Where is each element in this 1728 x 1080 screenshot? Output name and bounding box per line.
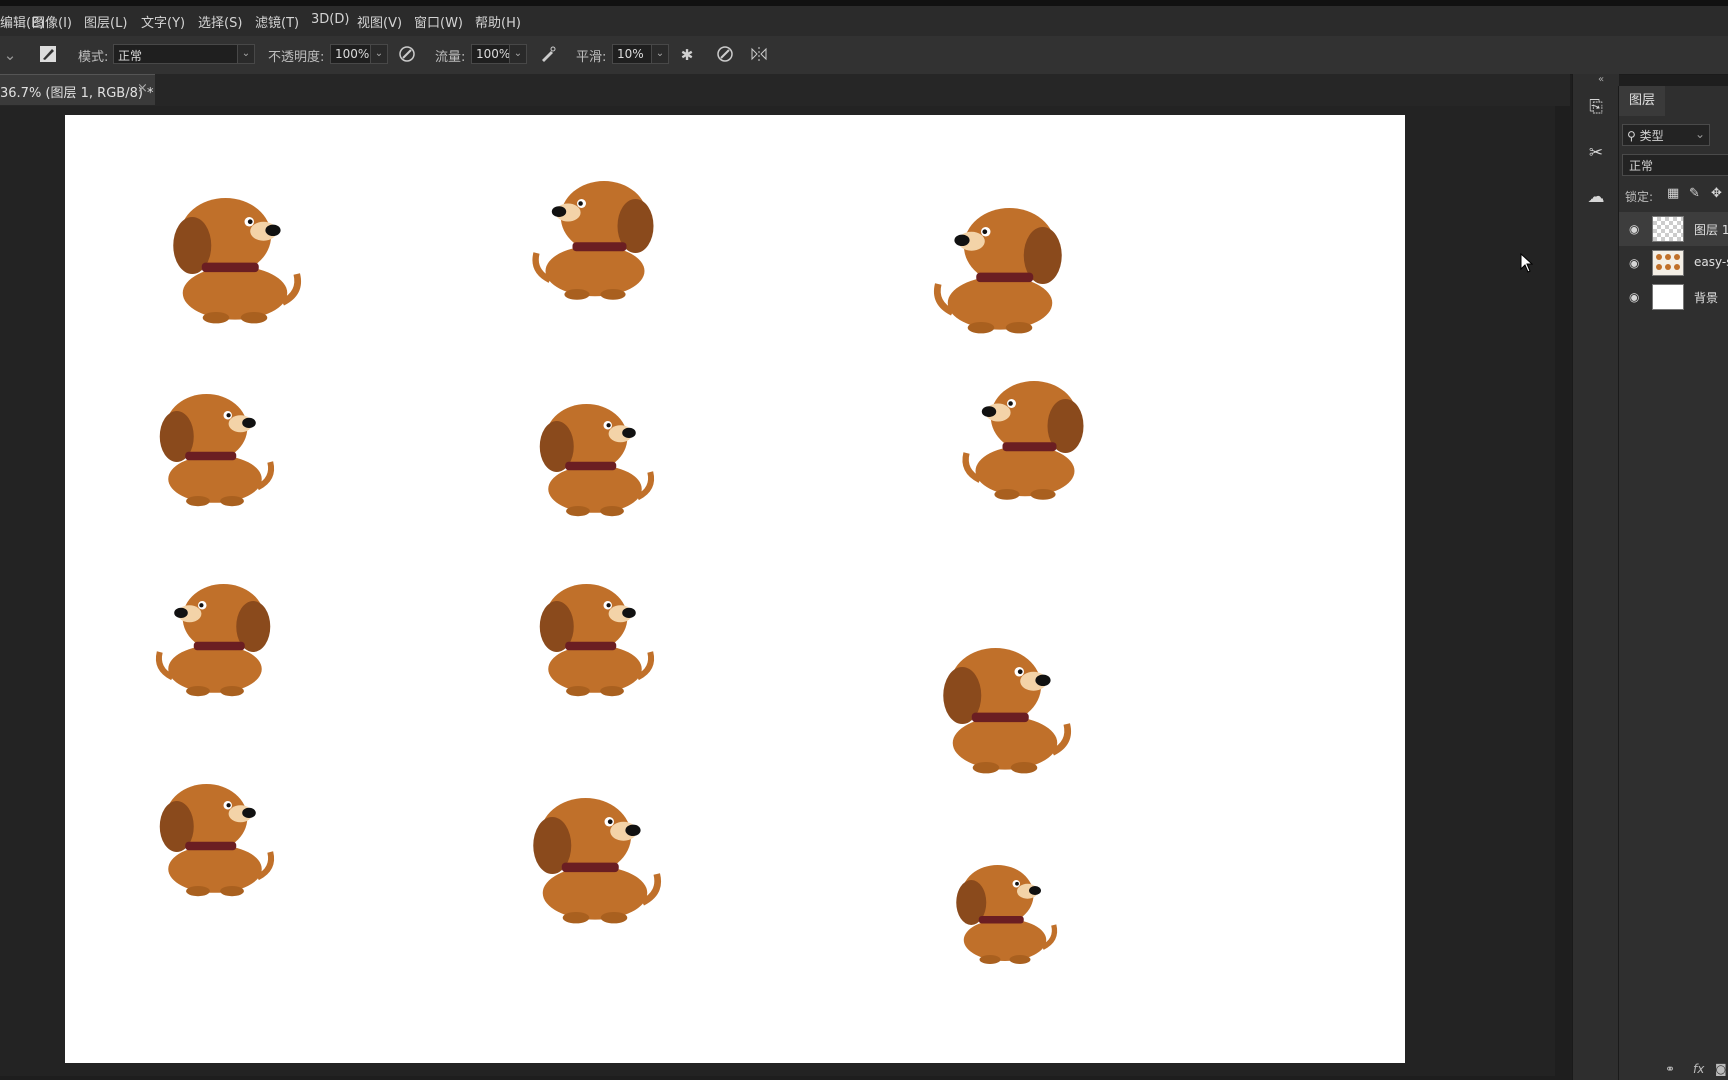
lock-transparent-pixels-icon[interactable]: ▦ — [1667, 186, 1679, 201]
stamp-preset-icon[interactable]: ⎘ — [1585, 96, 1607, 118]
dog-figure — [536, 181, 654, 300]
document-tab-label: 36.7% (图层 1, RGB/8) * — [0, 86, 154, 101]
menu-window[interactable]: 窗口(W) — [414, 12, 463, 31]
menu-type[interactable]: 文字(Y) — [141, 12, 185, 31]
menu-view[interactable]: 视图(V) — [357, 12, 402, 31]
menu-image[interactable]: 图像(I) — [32, 12, 72, 31]
lock-position-icon[interactable]: ✥ — [1711, 186, 1722, 201]
panel-icon-strip: ⎘ ✂ ☁ — [1572, 74, 1619, 1080]
menu-select[interactable]: 选择(S) — [198, 12, 242, 31]
pressure-size-icon[interactable] — [715, 45, 735, 65]
libraries-icon[interactable]: ☁ — [1585, 186, 1607, 208]
menu-3d[interactable]: 3D(D) — [311, 12, 349, 27]
opacity-input[interactable]: 100% — [330, 44, 372, 64]
dog-figure — [533, 798, 657, 923]
dog-figure — [540, 404, 651, 516]
mode-select[interactable]: 正常 — [113, 44, 253, 64]
tool-options-bar: ⌄ 模式: 正常 ⌄ 不透明度: 100% ⌄ 流量: 100% ⌄ 平滑: 1… — [0, 36, 1728, 75]
dog-sprite-sheet — [65, 115, 1405, 1063]
dog-figure — [159, 584, 270, 696]
layer-name: easy-s — [1694, 255, 1728, 269]
dog-figure — [160, 394, 271, 506]
dog-figure — [160, 784, 271, 896]
layer-thumbnail — [1652, 250, 1684, 276]
layer-thumbnail — [1652, 284, 1684, 310]
opacity-label: 不透明度: — [268, 50, 325, 65]
flow-label: 流量: — [435, 50, 466, 65]
eye-icon[interactable]: ◉ — [1629, 256, 1639, 270]
canvas[interactable] — [65, 115, 1405, 1063]
eye-icon[interactable]: ◉ — [1629, 222, 1639, 236]
layer-filter-select[interactable]: ⚲ 类型 ⌄ — [1622, 124, 1710, 146]
flow-input[interactable]: 100% — [471, 44, 513, 64]
dog-figure — [937, 208, 1061, 333]
smoothing-dropdown-chevron-icon[interactable]: ⌄ — [651, 44, 669, 64]
pressure-opacity-icon[interactable] — [397, 45, 417, 65]
dog-figure — [943, 648, 1067, 773]
dog-figure — [956, 865, 1054, 964]
layers-tab[interactable]: 图层 — [1619, 86, 1665, 116]
brush-panel-toggle-icon[interactable] — [38, 45, 58, 65]
lock-image-pixels-icon[interactable]: ✎ — [1689, 186, 1700, 201]
opacity-dropdown-chevron-icon[interactable]: ⌄ — [370, 44, 388, 64]
dog-figure — [966, 381, 1084, 500]
layer-name: 图层 1 — [1694, 223, 1728, 237]
menu-bar: 编辑(E) 图像(I) 图层(L) 文字(Y) 选择(S) 滤镜(T) 3D(D… — [0, 0, 1728, 36]
layers-footer: ⚭ fx ◙ — [1619, 1060, 1728, 1080]
layer-filter-value: 类型 — [1639, 129, 1664, 143]
layer-row-1[interactable]: ◉ 图层 1 — [1619, 212, 1728, 246]
layer-row-2[interactable]: ◉ easy-s — [1619, 246, 1728, 280]
eye-icon[interactable]: ◉ — [1629, 290, 1639, 304]
menu-filter[interactable]: 滤镜(T) — [255, 12, 299, 31]
layers-panel: 图层 ⚲ 类型 ⌄ 正常 锁定: ▦ ✎ ✥ ◉ 图层 1 ◉ easy-s ◉… — [1618, 86, 1728, 1080]
dog-figure — [173, 198, 297, 323]
layer-name: 背景 — [1694, 291, 1719, 305]
layer-row-3[interactable]: ◉ 背景 — [1619, 280, 1728, 314]
document-tab-bar — [0, 74, 1570, 106]
close-icon[interactable]: × — [137, 81, 148, 96]
document-tab[interactable]: 36.7% (图层 1, RGB/8) * × — [0, 74, 155, 105]
smoothing-label: 平滑: — [576, 50, 607, 65]
link-layers-icon[interactable]: ⚭ — [1665, 1062, 1675, 1076]
mode-dropdown-chevron-icon[interactable]: ⌄ — [237, 44, 255, 64]
flow-dropdown-chevron-icon[interactable]: ⌄ — [509, 44, 527, 64]
layer-thumbnail — [1652, 216, 1684, 242]
lock-label: 锁定: — [1625, 190, 1654, 204]
symmetry-icon[interactable] — [749, 45, 769, 65]
collapse-panels-icon[interactable]: « — [1598, 74, 1604, 85]
chevron-down-icon: ⌄ — [1694, 127, 1705, 141]
settings-gear-icon[interactable]: ✱ — [677, 45, 697, 65]
smoothing-input[interactable]: 10% — [612, 44, 654, 64]
dog-figure — [540, 584, 651, 696]
fx-button[interactable]: fx — [1693, 1062, 1704, 1076]
mouse-cursor-icon — [1520, 252, 1534, 277]
menu-help[interactable]: 帮助(H) — [475, 12, 521, 31]
airbrush-icon[interactable] — [538, 45, 558, 65]
blend-mode-select[interactable]: 正常 — [1622, 154, 1728, 176]
menu-layer[interactable]: 图层(L) — [84, 12, 127, 31]
add-mask-icon[interactable]: ◙ — [1715, 1062, 1727, 1076]
tool-preset-chevron-icon[interactable]: ⌄ — [0, 45, 20, 65]
search-icon: ⚲ — [1627, 129, 1636, 143]
tool-presets-icon[interactable]: ✂ — [1585, 142, 1607, 164]
mode-label: 模式: — [78, 50, 109, 65]
